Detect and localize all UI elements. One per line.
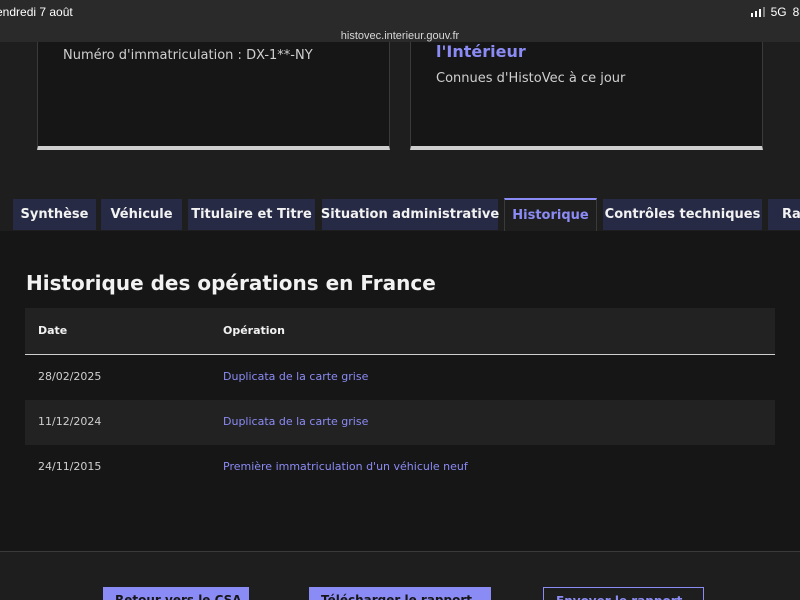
status-bar: vendredi 7 août 5G 88 (0, 0, 800, 24)
tab-vehicule[interactable]: Véhicule (101, 199, 182, 230)
download-report-button[interactable]: Télécharger le rapport (309, 587, 491, 600)
page-title: Historique des opérations en France (26, 271, 436, 295)
network-label: 5G (770, 5, 787, 19)
table-row: 28/02/2025 Duplicata de la carte grise (25, 355, 775, 400)
plate-number-label: Numéro d'immatriculation : DX-1**-NY (63, 48, 313, 63)
tab-controles-techniques[interactable]: Contrôles techniques (603, 199, 762, 230)
vehicle-card: Numéro d'immatriculation : DX-1**-NY (37, 42, 390, 150)
ministry-card: l'Intérieur Connues d'HistoVec à ce jour (410, 42, 763, 150)
column-header-operation: Opération (223, 324, 285, 337)
ministry-title: l'Intérieur (436, 42, 526, 61)
row-date: 24/11/2015 (38, 460, 102, 473)
tab-rapport-truncated[interactable]: Rap (768, 199, 800, 230)
row-operation-link[interactable]: Duplicata de la carte grise (223, 370, 368, 383)
column-header-date: Date (38, 324, 68, 337)
signal-icon (750, 7, 765, 17)
history-panel: Historique des opérations en France Date… (0, 231, 800, 552)
report-tabs: Synthèse Véhicule Titulaire et Titre Sit… (0, 198, 800, 232)
table-header: Date Opération (25, 308, 775, 355)
address-bar[interactable]: histovec.interieur.gouv.fr (0, 24, 800, 42)
battery-level: 88 (792, 5, 800, 19)
tab-situation-administrative[interactable]: Situation administrative (321, 199, 499, 230)
back-to-csa-button[interactable]: Retour vers le CSA (103, 587, 249, 600)
row-operation-link[interactable]: Duplicata de la carte grise (223, 415, 368, 428)
table-row: 24/11/2015 Première immatriculation d'un… (25, 445, 775, 490)
row-date: 28/02/2025 (38, 370, 102, 383)
status-time: vendredi 7 août (0, 5, 73, 19)
url-text[interactable]: histovec.interieur.gouv.fr (341, 30, 459, 42)
table-row: 11/12/2024 Duplicata de la carte grise (25, 400, 775, 445)
tab-titulaire-titre[interactable]: Titulaire et Titre (188, 199, 315, 230)
send-report-button[interactable]: Envoyer le rapport (543, 587, 704, 600)
tab-historique[interactable]: Historique (504, 198, 597, 231)
row-date: 11/12/2024 (38, 415, 102, 428)
tab-synthese[interactable]: Synthèse (13, 199, 96, 230)
ministry-subtitle: Connues d'HistoVec à ce jour (436, 71, 626, 86)
history-table: Date Opération 28/02/2025 Duplicata de l… (25, 308, 775, 490)
status-indicators: 5G 88 (750, 5, 800, 19)
row-operation-link[interactable]: Première immatriculation d'un véhicule n… (223, 460, 468, 473)
